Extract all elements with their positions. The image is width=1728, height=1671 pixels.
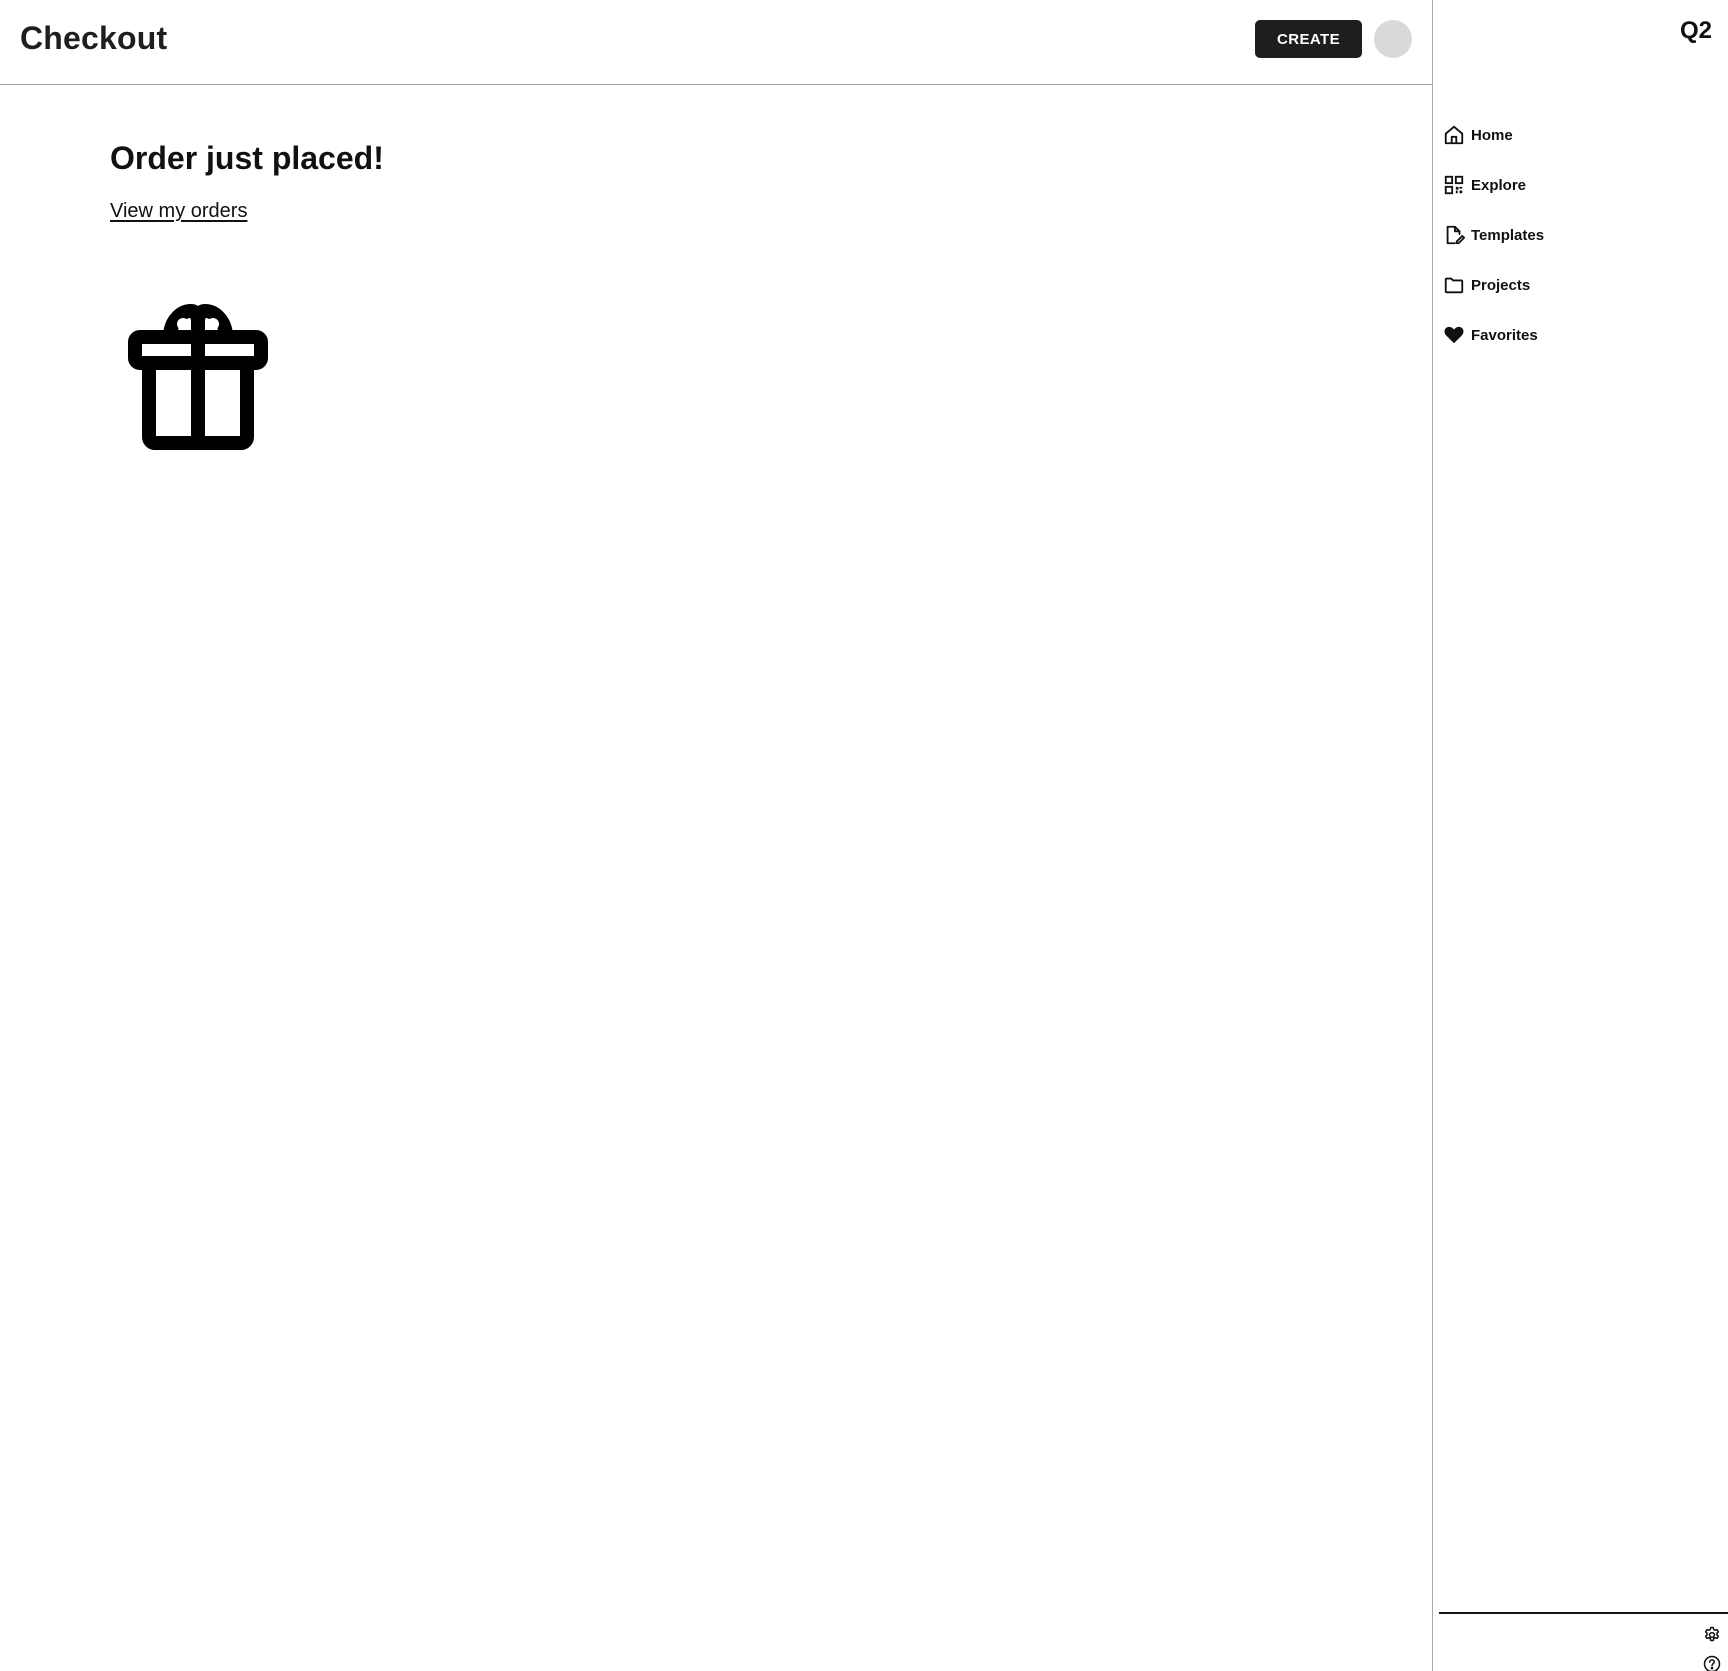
home-icon: [1444, 125, 1464, 145]
confirmation-headline: Order just placed!: [110, 140, 384, 176]
grid-icon: [1444, 175, 1464, 195]
view-orders-link[interactable]: View my orders: [110, 198, 247, 224]
sidebar-footer-divider: [1439, 1612, 1728, 1614]
order-confirmation: Order just placed! View my orders: [110, 138, 384, 224]
sidebar-item-templates[interactable]: Templates: [1443, 210, 1544, 260]
sidebar-item-label: Projects: [1471, 276, 1531, 294]
avatar[interactable]: [1374, 20, 1412, 58]
sidebar-item-label: Favorites: [1471, 326, 1538, 344]
sidebar-item-label: Explore: [1471, 176, 1527, 194]
folder-icon: [1444, 277, 1464, 294]
brand-logo: Q2: [1679, 17, 1712, 44]
main-panel: Checkout CREATE Order just placed! View …: [0, 0, 1433, 1671]
help-icon[interactable]: [1703, 1655, 1721, 1671]
page-title: Checkout: [20, 20, 168, 56]
sidebar-item-label: Home: [1471, 126, 1513, 144]
edit-file-icon: [1446, 225, 1465, 245]
heart-icon: [1444, 326, 1464, 344]
sidebar-item-projects[interactable]: Projects: [1443, 260, 1544, 310]
gift-icon: [128, 304, 268, 450]
create-button[interactable]: CREATE: [1255, 20, 1362, 58]
sidebar-item-home[interactable]: Home: [1443, 110, 1544, 160]
top-bar: Checkout CREATE: [0, 0, 1432, 85]
sidebar-nav: Home Explore Templates Projects Favorite…: [1443, 110, 1544, 360]
sidebar-item-label: Templates: [1471, 226, 1545, 244]
sidebar-item-favorites[interactable]: Favorites: [1443, 310, 1544, 360]
sidebar: Q2 Home Explore Templates Projects Favor…: [1433, 0, 1728, 1671]
sidebar-item-explore[interactable]: Explore: [1443, 160, 1544, 210]
settings-icon[interactable]: [1703, 1626, 1721, 1644]
app-window: Checkout CREATE Order just placed! View …: [0, 0, 1728, 1671]
